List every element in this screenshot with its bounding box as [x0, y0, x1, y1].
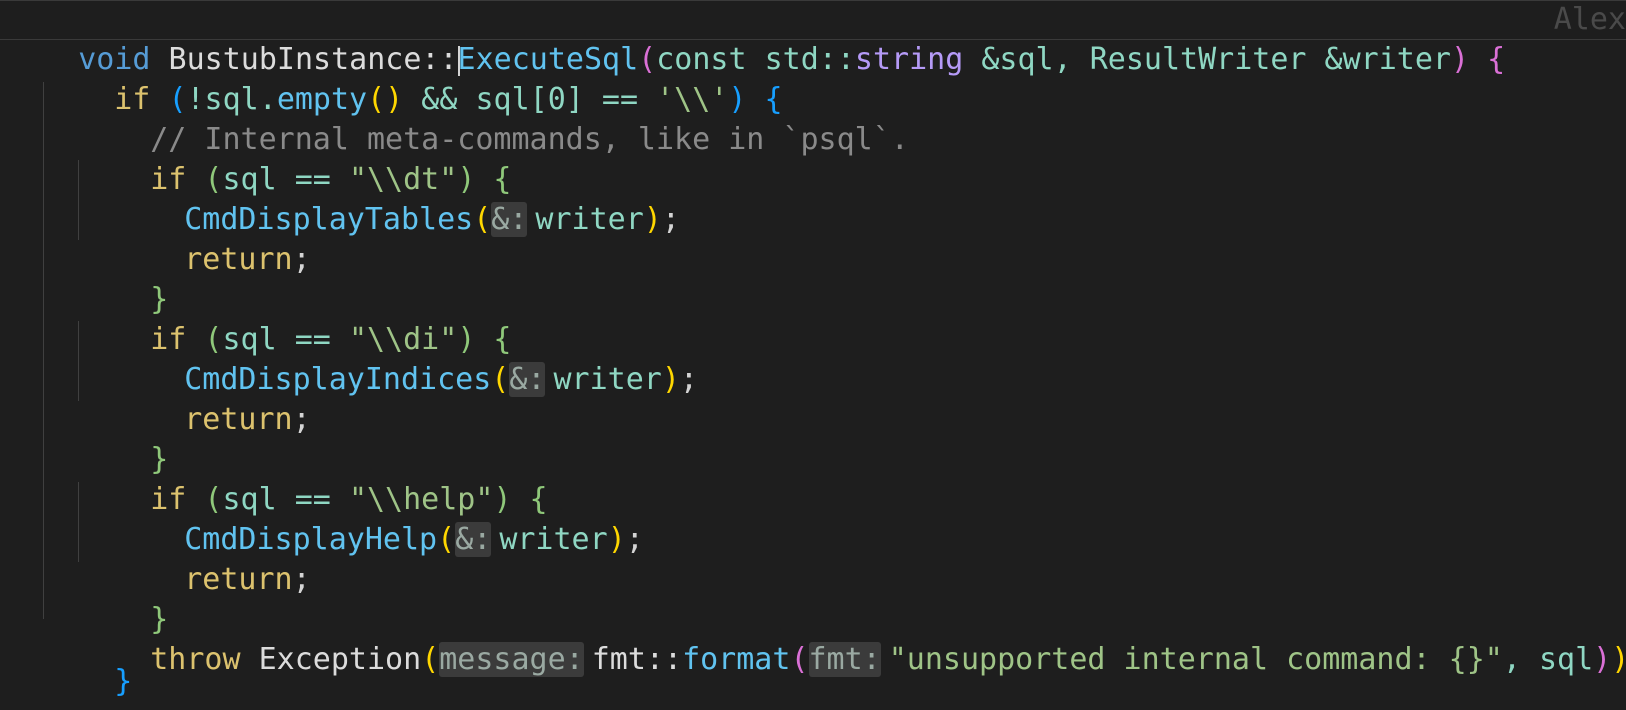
code-line-14[interactable]: return;	[112, 520, 310, 597]
bracket: (	[473, 202, 492, 237]
parameter-hint: message:	[439, 642, 584, 677]
code-line-2[interactable]: if (!sql.empty() && sql[0] == '\\') {	[42, 40, 782, 117]
semicolon: ;	[625, 522, 644, 557]
code-line-6[interactable]: return;	[112, 200, 310, 277]
code-line-5[interactable]: CmdDisplayTables(&: writer);	[112, 160, 680, 237]
brace: }	[114, 664, 133, 699]
semicolon: ;	[292, 562, 311, 597]
function-name: format	[682, 642, 791, 677]
bracket: )	[1450, 42, 1470, 77]
keyword: return	[184, 242, 293, 277]
semicolon: ;	[292, 242, 311, 277]
bracket: )	[1593, 642, 1612, 677]
code-line-12[interactable]: if (sql == "\\help") {	[78, 440, 547, 517]
bracket: )	[607, 522, 626, 557]
parameter-hint: fmt:	[808, 642, 881, 677]
argument: writer	[499, 522, 608, 557]
bracket: (	[790, 642, 809, 677]
inline-blame-annotation: Alex	[1553, 2, 1626, 37]
code-line-15[interactable]: }	[78, 560, 168, 637]
keyword: return	[184, 402, 293, 437]
argument: , sql	[1502, 642, 1594, 677]
code-line-8[interactable]: if (sql == "\\di") {	[78, 280, 511, 357]
bracket: (	[491, 362, 510, 397]
code-line-17[interactable]: }	[42, 622, 132, 699]
string-literal: "unsupported internal command: {}"	[888, 642, 1503, 677]
bracket: (	[421, 642, 440, 677]
code-line-16[interactable]: throw Exception(message: fmt::format(fmt:…	[78, 600, 1626, 677]
code-line-11[interactable]: }	[78, 400, 168, 477]
bracket: )	[1611, 642, 1626, 677]
code-line-9[interactable]: CmdDisplayIndices(&: writer);	[112, 320, 698, 397]
keyword: return	[184, 562, 293, 597]
class-name: Exception	[240, 642, 422, 677]
semicolon: ;	[292, 402, 311, 437]
parameter-hint: &:	[455, 522, 492, 557]
argument: writer	[553, 362, 662, 397]
parameter-hint: &:	[509, 362, 546, 397]
argument: writer	[535, 202, 644, 237]
code-line-13[interactable]: CmdDisplayHelp(&: writer);	[112, 480, 644, 557]
parameters: &sql, ResultWriter &writer	[963, 42, 1451, 77]
bracket: )	[661, 362, 680, 397]
bracket: (	[437, 522, 456, 557]
indent-guide-level-1	[43, 82, 44, 619]
semicolon: ;	[661, 202, 680, 237]
namespace: fmt::	[591, 642, 683, 677]
code-line-7[interactable]: }	[78, 240, 168, 317]
semicolon: ;	[679, 362, 698, 397]
code-line-1[interactable]: void BustubInstance::ExecuteSql(const st…	[6, 0, 1505, 77]
code-line-10[interactable]: return;	[112, 360, 310, 437]
code-editor[interactable]: void BustubInstance::ExecuteSql(const st…	[0, 0, 1626, 710]
keyword: throw	[150, 642, 241, 677]
brace: {	[1469, 42, 1506, 77]
bracket: )	[643, 202, 662, 237]
code-line-3[interactable]: // Internal meta-commands, like in `psql…	[78, 80, 909, 157]
parameter-hint: &:	[491, 202, 528, 237]
type-name: string	[854, 42, 964, 77]
code-line-4[interactable]: if (sql == "\\dt") {	[78, 120, 511, 197]
